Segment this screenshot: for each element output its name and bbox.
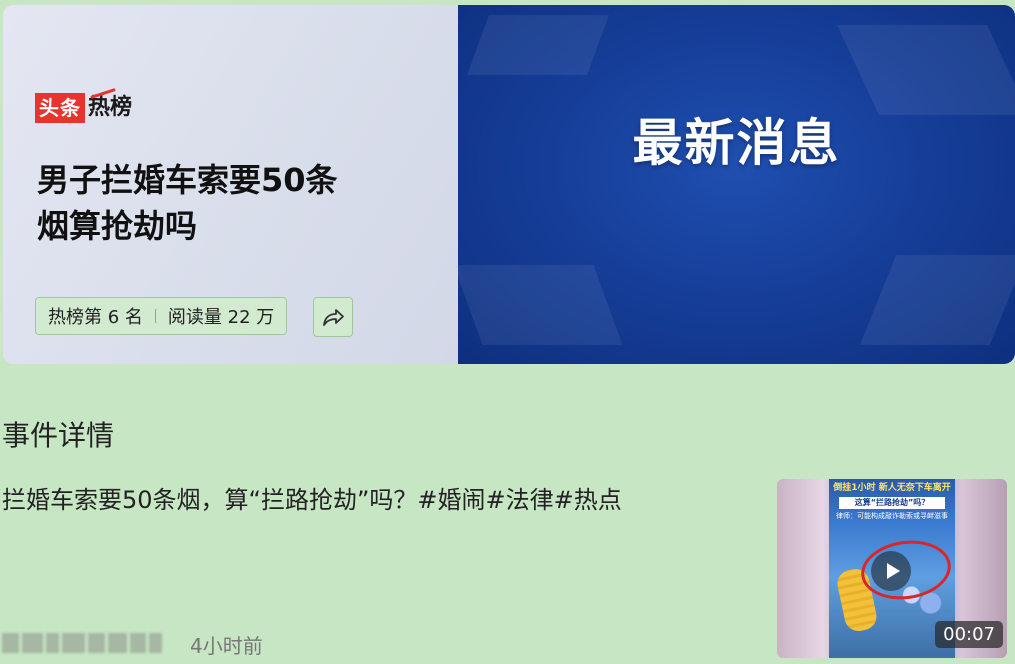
play-icon[interactable] bbox=[871, 551, 911, 591]
headline-line-2: 烟算抢劫吗 bbox=[37, 207, 198, 245]
banner-panel-decor bbox=[458, 265, 623, 345]
video-caption-mid: 这算“拦路抢劫”吗？ bbox=[839, 497, 945, 509]
card-left-panel: 头条 热榜 男子拦婚车索要50条 烟算抢劫吗 热榜第 6 名 阅读量 22 万 bbox=[3, 5, 458, 364]
share-button[interactable] bbox=[313, 297, 353, 337]
video-caption-top: 倒挂1小时 新人无奈下车离开 bbox=[833, 483, 951, 493]
hot-topic-card[interactable]: 头条 热榜 男子拦婚车索要50条 烟算抢劫吗 热榜第 6 名 阅读量 22 万 … bbox=[2, 4, 1015, 365]
brand-dark-label: 热榜 bbox=[88, 95, 133, 120]
brand-red-label: 头条 bbox=[35, 93, 85, 123]
stats-divider bbox=[154, 309, 156, 323]
reads-text: 阅读量 22 万 bbox=[167, 307, 275, 328]
video-caption-sub: 律师：可能构成敲诈勒索或寻衅滋事 bbox=[836, 512, 948, 520]
post-time: 4小时前 bbox=[190, 634, 263, 658]
post-body[interactable]: 拦婚车索要50条烟，算“拦路抢劫”吗？#婚闹#法律#热点 bbox=[2, 480, 622, 515]
author-name-blurred[interactable] bbox=[2, 630, 162, 656]
headline[interactable]: 男子拦婚车索要50条 烟算抢劫吗 bbox=[37, 157, 397, 249]
banner-panel-decor bbox=[467, 15, 609, 75]
toutiao-hotlist-logo: 头条 热榜 bbox=[35, 93, 132, 123]
banner-panel-decor bbox=[859, 255, 1015, 345]
headline-line-1: 男子拦婚车索要50条 bbox=[37, 161, 338, 199]
section-title: 事件详情 bbox=[2, 419, 115, 452]
share-icon bbox=[323, 309, 344, 326]
rank-text: 热榜第 6 名 bbox=[48, 307, 143, 328]
stats-badge[interactable]: 热榜第 6 名 阅读量 22 万 bbox=[35, 297, 288, 335]
banner-title: 最新消息 bbox=[632, 114, 841, 172]
video-duration: 00:07 bbox=[935, 621, 1003, 648]
video-thumbnail[interactable]: 倒挂1小时 新人无奈下车离开 这算“拦路抢劫”吗？ 律师：可能构成敲诈勒索或寻衅… bbox=[777, 479, 1007, 658]
banner-panel-decor bbox=[837, 25, 1015, 115]
news-banner[interactable]: 最新消息 bbox=[458, 5, 1015, 364]
